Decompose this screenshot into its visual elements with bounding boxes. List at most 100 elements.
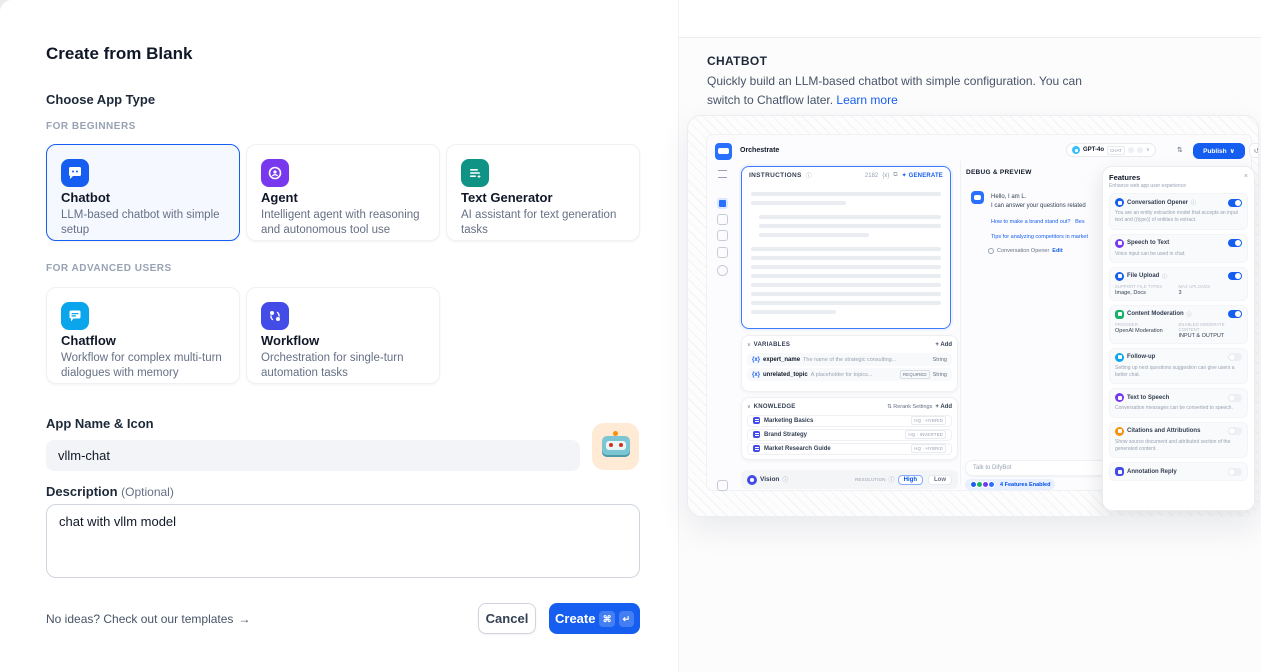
info-icon: ⓘ [1187, 311, 1192, 318]
description-label: Description (Optional) [46, 484, 174, 499]
resolution-low-button: Low [928, 475, 952, 485]
workflow-icon [261, 302, 289, 330]
rerank-settings-button: ⇅ Rerank Settings [887, 404, 932, 410]
knowledge-row: Market Research Guide HQ · HYBRID [747, 443, 952, 456]
info-icon: ⓘ [1191, 199, 1196, 206]
switch-icon [718, 170, 727, 178]
app-type-card-agent[interactable]: Agent Intelligent agent with reasoning a… [246, 144, 440, 241]
toggle-off [1228, 427, 1242, 435]
create-app-modal: Create from Blank Choose App Type FOR BE… [0, 0, 1261, 672]
dataset-icon [753, 445, 760, 452]
info-icon: ⓘ [1162, 273, 1167, 280]
app-name-input[interactable] [46, 440, 580, 471]
preview-description: Quickly build an LLM-based chatbot with … [707, 72, 1099, 109]
logs-nav-icon [717, 230, 728, 241]
knowledge-row: Marketing Basics HQ · HYBRID [747, 415, 952, 428]
app-avatar-icon [715, 143, 732, 160]
close-icon: × [1244, 173, 1248, 180]
feature-conversation-opener: Conversation Opener ⓘ You are an entity … [1109, 193, 1248, 230]
collapse-icon: ∨ [747, 342, 751, 348]
app-type-title: Text Generator [461, 190, 553, 205]
suggested-question: How to make a brand stand out? Bes [991, 219, 1085, 225]
code-icon: {x} [882, 173, 889, 179]
agent-icon [261, 159, 289, 187]
app-type-title: Agent [261, 190, 298, 205]
resolution-high-button: High [898, 475, 923, 485]
app-type-title: Workflow [261, 333, 319, 348]
toggle-off [1228, 353, 1242, 361]
app-icon-picker[interactable] [592, 423, 639, 470]
variables-panel: ∨ VARIABLES + Add {x} expert_name The na… [741, 335, 958, 392]
preview-nav-icon [717, 214, 728, 225]
required-badge: REQUIRED [900, 370, 930, 379]
feature-file-upload: File Upload ⓘ SUPPORT FILE TYPESImage, D… [1109, 267, 1248, 301]
create-button[interactable]: Create ⌘ ↵ [549, 603, 640, 634]
app-type-desc: AI assistant for text generation tasks [461, 208, 631, 238]
info-icon: ⓘ [782, 475, 788, 484]
app-type-title: Chatflow [61, 333, 116, 348]
toggle-on [1228, 199, 1242, 207]
params-tune-icon: ⇅ [1177, 146, 1183, 154]
enter-key-icon: ↵ [619, 611, 634, 627]
orchestrate-nav-icon [717, 198, 728, 209]
preview-app-title: Orchestrate [740, 147, 779, 154]
app-type-card-workflow[interactable]: Workflow Orchestration for single-turn a… [246, 287, 440, 384]
rerank-icon: ⇅ [887, 404, 892, 410]
description-textarea[interactable]: chat with vllm model [46, 504, 640, 578]
generate-button: ✦ GENERATE [902, 172, 943, 179]
modal-top-strip [679, 0, 1261, 38]
choose-app-type-label: Choose App Type [46, 92, 155, 107]
char-count: 2182 [865, 173, 878, 179]
instructions-panel: INSTRUCTIONS ⓘ 2182 {x} ⧉ ✦ GENERATE [741, 166, 951, 329]
vision-icon [747, 475, 757, 485]
chatbot-icon [61, 159, 89, 187]
microphone-icon [1115, 239, 1124, 248]
toggle-on [1228, 272, 1242, 280]
conversation-opener-note: Conversation Opener Edit [988, 248, 1063, 254]
chevron-down-icon: ∨ [1230, 147, 1235, 155]
create-form-panel: Create from Blank Choose App Type FOR BE… [0, 0, 678, 672]
debug-preview-title: DEBUG & PREVIEW [966, 169, 1032, 176]
toggle-on [1228, 310, 1242, 318]
add-knowledge-button: + Add [935, 404, 952, 410]
copy-icon: ⧉ [893, 172, 897, 179]
features-panel: Features Enhance web app user experience… [1102, 166, 1255, 511]
app-type-card-chatbot[interactable]: Chatbot LLM-based chatbot with simple se… [46, 144, 240, 241]
annotation-reply-icon [1115, 467, 1124, 476]
page-title: Create from Blank [46, 44, 192, 64]
preview-heading: CHATBOT [707, 54, 767, 68]
learn-more-link[interactable]: Learn more [836, 93, 897, 107]
arrow-right-icon: → [238, 612, 250, 626]
info-icon: ⓘ [806, 171, 812, 180]
beginners-label: FOR BEGINNERS [46, 121, 136, 132]
collapse-icon: ∨ [747, 404, 751, 410]
toggle-off [1228, 468, 1242, 476]
cmd-key-icon: ⌘ [599, 611, 614, 627]
app-type-card-text-generator[interactable]: Text Generator AI assistant for text gen… [446, 144, 640, 241]
app-type-desc: Orchestration for single-turn automation… [261, 351, 431, 381]
cancel-button[interactable]: Cancel [478, 603, 536, 634]
features-enabled-bar: 4 Features Enabled [965, 479, 1055, 490]
bot-avatar-icon [971, 191, 984, 204]
toggle-on [1228, 239, 1242, 247]
app-type-title: Chatbot [61, 190, 110, 205]
conversation-opener-icon [988, 248, 994, 254]
annotation-nav-icon [717, 247, 728, 258]
vision-row: Vision ⓘ RESOLUTION ⓘ High Low [741, 470, 958, 489]
advanced-label: FOR ADVANCED USERS [46, 263, 172, 274]
feature-dot-icon [988, 481, 995, 488]
publish-button: Publish∨ [1193, 143, 1245, 159]
text-to-speech-icon [1115, 393, 1124, 402]
history-icon: ↺ [1249, 143, 1259, 158]
knowledge-panel: ∨ KNOWLEDGE ⇅ Rerank Settings + Add Mark… [741, 397, 958, 460]
feature-annotation-reply: Annotation Reply [1109, 462, 1248, 481]
templates-link[interactable]: No ideas? Check out our templates → [46, 612, 250, 626]
preview-panel: CHATBOT Quickly build an LLM-based chatb… [678, 0, 1261, 672]
citations-icon [1115, 427, 1124, 436]
moderation-shield-icon [1115, 310, 1124, 319]
settings-nav-icon [717, 265, 728, 276]
dataset-icon [753, 431, 760, 438]
column-divider [960, 161, 961, 484]
app-type-card-chatflow[interactable]: Chatflow Workflow for complex multi-turn… [46, 287, 240, 384]
model-option-icon [1137, 147, 1143, 153]
